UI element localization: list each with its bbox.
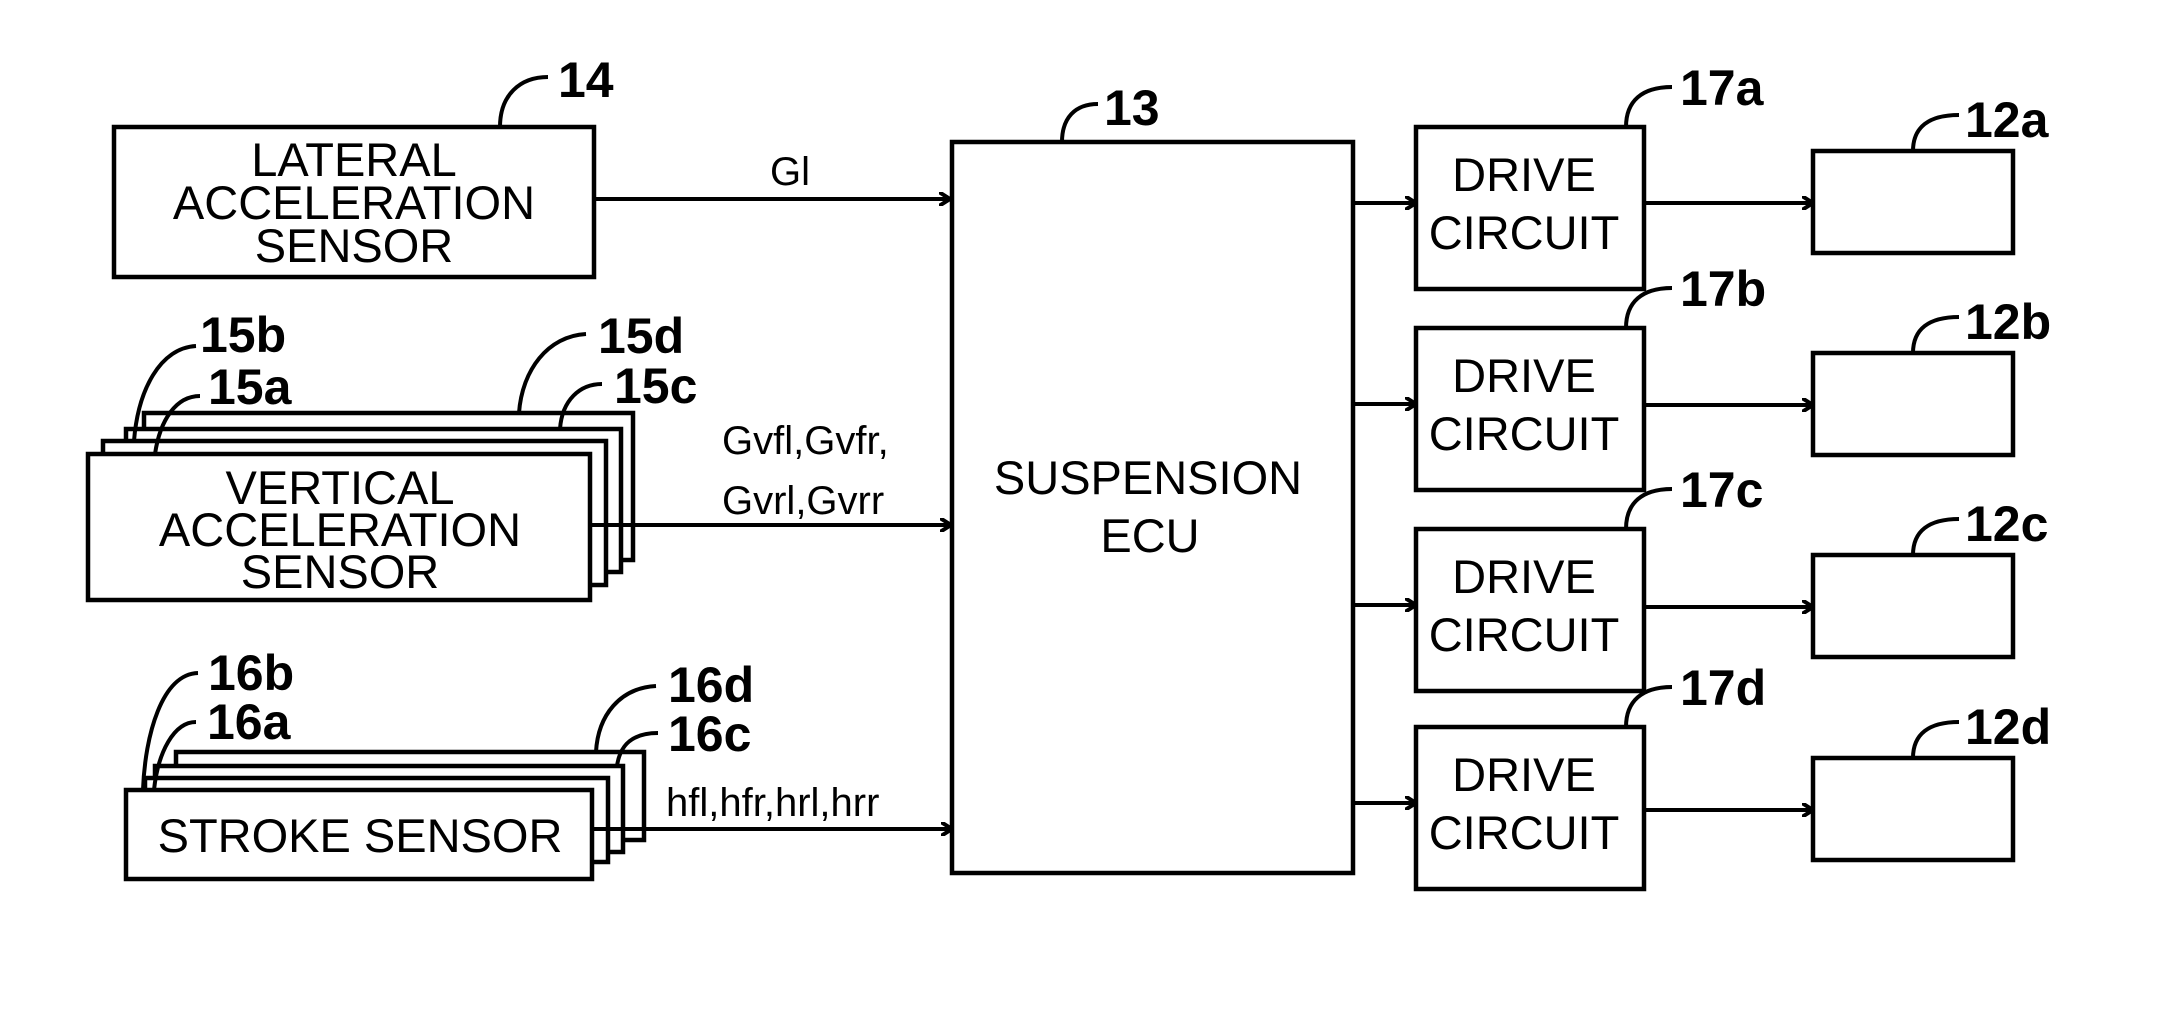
- stroke-signal-label: hfl,hfr,hrl,hrr: [666, 781, 879, 825]
- ref-label-16c: 16c: [668, 706, 751, 762]
- drive-circuit-ref-label: 17d: [1680, 660, 1766, 716]
- lateral-sensor-label-line-3: SENSOR: [255, 219, 454, 272]
- actuator-leader-line: [1911, 315, 1960, 354]
- ref-label-15d: 15d: [598, 308, 684, 364]
- actuator-leader-line: [1911, 720, 1960, 759]
- ecu-box: [949, 139, 1356, 876]
- ref-label-15a: 15a: [208, 359, 293, 415]
- drive-circuit-ref-label: 17a: [1680, 60, 1765, 116]
- drive-circuit-label-line-1: DRIVE: [1452, 148, 1596, 201]
- vertical-acceleration-sensor-stack: VERTICAL ACCELERATION SENSOR 15b 15a 15d…: [85, 307, 697, 603]
- drive-channel-17c: DRIVECIRCUIT 17c 12c: [1353, 462, 2048, 694]
- actuator-ref-label: 12c: [1965, 496, 2048, 552]
- actuator-ref-label: 12b: [1965, 294, 2051, 350]
- ecu-ref-label: 13: [1104, 80, 1160, 136]
- drive-circuit-label-line-2: CIRCUIT: [1429, 608, 1620, 661]
- ref-label-15b: 15b: [200, 307, 286, 363]
- actuator-box: [1810, 350, 2016, 458]
- drive-circuit-label-line-2: CIRCUIT: [1429, 806, 1620, 859]
- drive-circuit-label-line-1: DRIVE: [1452, 349, 1596, 402]
- ecu-label-line-1: SUSPENSION: [994, 451, 1302, 504]
- ref-label-16d: 16d: [668, 657, 754, 713]
- drive-circuit-ref-label: 17c: [1680, 462, 1763, 518]
- drive-output-section: DRIVECIRCUIT17a12aDRIVECIRCUIT17b12bDRIV…: [1351, 60, 2051, 892]
- ecu-label-line-2: ECU: [1100, 509, 1199, 562]
- drive-circuit-label-line-2: CIRCUIT: [1429, 407, 1620, 460]
- drive-circuit-leader-line: [1624, 286, 1673, 329]
- drive-circuit-label-line-1: DRIVE: [1452, 550, 1596, 603]
- suspension-block-diagram: LATERAL ACCELERATION SENSOR 14 Gl VERTIC…: [85, 52, 2051, 892]
- lateral-sensor-ref-label: 14: [558, 52, 614, 108]
- drive-circuit-leader-line: [1624, 85, 1673, 128]
- actuator-leader-line: [1911, 517, 1960, 556]
- drive-channel-17a: DRIVECIRCUIT 17a 12a: [1353, 60, 2050, 292]
- stroke-sensor-stack: STROKE SENSOR 16b 16a 16d 16c: [123, 645, 754, 882]
- drive-circuit-label-line-1: DRIVE: [1452, 748, 1596, 801]
- lateral-sensor-leader-line: [498, 75, 549, 128]
- drive-channel-17b: DRIVECIRCUIT 17b 12b: [1353, 261, 2051, 493]
- actuator-box: [1810, 148, 2016, 256]
- leader-line-15d: [517, 332, 587, 414]
- actuator-leader-line: [1911, 113, 1960, 152]
- ref-label-16a: 16a: [207, 694, 292, 750]
- vertical-sensor-label-line-3: SENSOR: [241, 545, 440, 598]
- suspension-ecu: SUSPENSION ECU 13: [949, 80, 1356, 876]
- drive-channel-17d: DRIVECIRCUIT 17d 12d: [1353, 660, 2051, 892]
- vertical-signal-label-line-1: Gvfl,Gvfr,: [722, 419, 889, 463]
- actuator-box: [1810, 552, 2016, 660]
- lateral-signal-label: Gl: [770, 150, 810, 194]
- actuator-ref-label: 12a: [1965, 92, 2050, 148]
- vertical-signal-connector: Gvfl,Gvfr, Gvrl,Gvrr: [590, 419, 951, 525]
- actuator-ref-label: 12d: [1965, 699, 2051, 755]
- drive-circuit-leader-line: [1624, 487, 1673, 530]
- ecu-leader-line: [1060, 102, 1099, 143]
- actuator-box: [1810, 755, 2016, 863]
- drive-circuit-label-line-2: CIRCUIT: [1429, 206, 1620, 259]
- ref-label-16b: 16b: [208, 645, 294, 701]
- lateral-signal-connector: Gl: [594, 150, 950, 199]
- stroke-sensor-label: STROKE SENSOR: [158, 809, 563, 862]
- lateral-acceleration-sensor: LATERAL ACCELERATION SENSOR 14: [111, 52, 614, 280]
- ref-label-15c: 15c: [614, 358, 697, 414]
- vertical-signal-label-line-2: Gvrl,Gvrr: [722, 479, 884, 523]
- drive-circuit-ref-label: 17b: [1680, 261, 1766, 317]
